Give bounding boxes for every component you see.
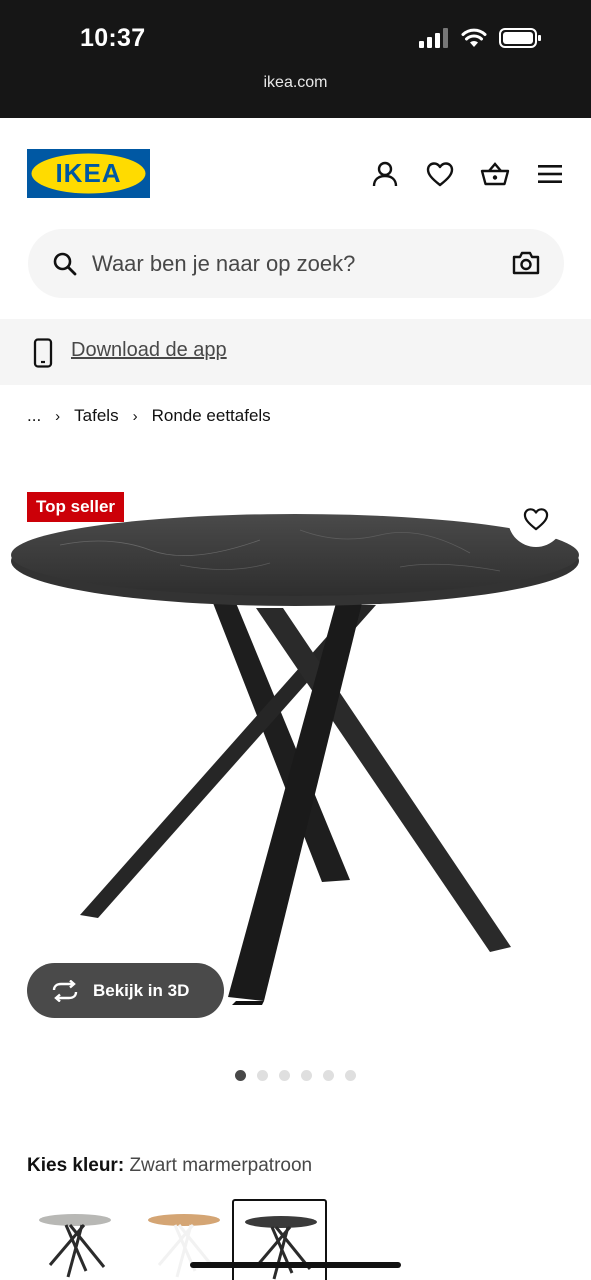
carousel-dot[interactable] [323, 1070, 334, 1081]
carousel-dot[interactable] [235, 1070, 246, 1081]
site-header: IKEA [0, 118, 591, 228]
image-carousel-dots [235, 1070, 356, 1081]
svg-text:IKEA: IKEA [55, 158, 121, 188]
carousel-dot[interactable] [345, 1070, 356, 1081]
basket-icon [480, 162, 510, 186]
account-button[interactable] [369, 158, 401, 190]
breadcrumb-ronde-eettafels[interactable]: Ronde eettafels [152, 406, 271, 426]
status-bar: 10:37 ikea.com [0, 0, 591, 118]
download-app-link[interactable]: Download de app [71, 339, 227, 362]
breadcrumb: ... › Tafels › Ronde eettafels [27, 406, 271, 426]
smartphone-icon [33, 338, 53, 368]
heart-icon [426, 162, 454, 187]
breadcrumb-tafels[interactable]: Tafels [74, 406, 118, 426]
favourites-button[interactable] [424, 158, 456, 190]
heart-icon [523, 508, 549, 531]
carousel-dot[interactable] [279, 1070, 290, 1081]
product-image[interactable] [0, 505, 591, 1005]
ikea-logo[interactable]: IKEA [27, 149, 150, 198]
home-indicator[interactable] [190, 1262, 401, 1268]
table-thumbnail [245, 1216, 317, 1280]
selected-color-name: Zwart marmerpatroon [129, 1155, 313, 1176]
table-thumbnail [39, 1214, 111, 1278]
menu-icon [538, 165, 562, 183]
battery-icon [499, 28, 541, 48]
basket-button[interactable] [479, 158, 511, 190]
chevron-right-icon: › [132, 407, 138, 425]
signal-icon [419, 28, 448, 48]
breadcrumb-more[interactable]: ... [27, 406, 41, 426]
rotate-3d-icon [51, 979, 79, 1002]
camera-search-icon[interactable] [512, 250, 540, 276]
color-selector-label: Kies kleur: Zwart marmerpatroon [27, 1155, 312, 1177]
menu-button[interactable] [534, 158, 566, 190]
url-bar[interactable]: ikea.com [0, 74, 591, 92]
search-icon [53, 252, 77, 276]
app-download-banner: Download de app [0, 319, 591, 385]
view-in-3d-button[interactable]: Bekijk in 3D [27, 963, 224, 1018]
account-icon [372, 161, 398, 187]
add-to-favourites-button[interactable] [508, 491, 564, 547]
search-bar[interactable] [28, 229, 564, 298]
status-icons [419, 28, 541, 48]
carousel-dot[interactable] [301, 1070, 312, 1081]
choose-color-label: Kies kleur: [27, 1155, 125, 1176]
chevron-right-icon: › [55, 407, 61, 425]
clock: 10:37 [80, 24, 146, 52]
color-swatch[interactable] [28, 1199, 123, 1280]
carousel-dot[interactable] [257, 1070, 268, 1081]
view-in-3d-label: Bekijk in 3D [93, 980, 190, 1000]
wifi-icon [461, 28, 487, 47]
search-input[interactable] [92, 229, 492, 298]
top-seller-badge: Top seller [27, 492, 125, 522]
